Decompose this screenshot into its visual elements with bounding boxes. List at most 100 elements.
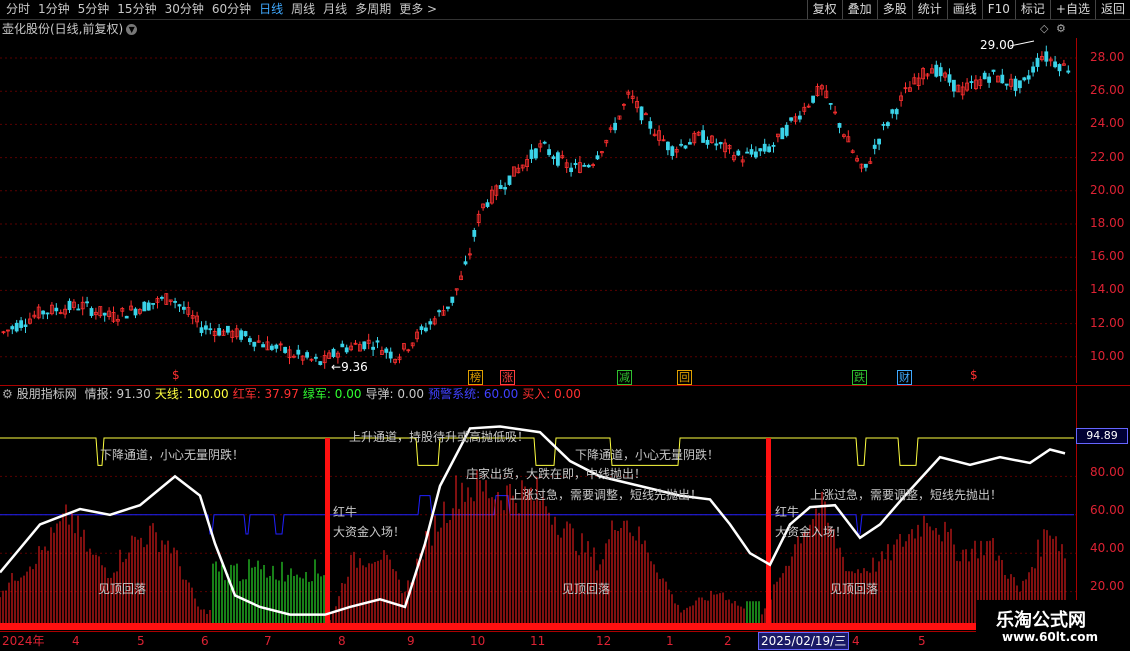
- multi-stock-button[interactable]: 多股: [876, 0, 912, 19]
- candle-body: [274, 344, 279, 349]
- watermark-title: 乐淘公式网: [996, 610, 1086, 631]
- date-label: 2: [724, 634, 732, 648]
- candle-body: [239, 330, 244, 340]
- gear-icon[interactable]: ⚙: [1056, 22, 1066, 35]
- candle-body: [789, 117, 793, 121]
- candle-body: [534, 148, 538, 159]
- candle-body: [784, 124, 789, 136]
- fuquan-button[interactable]: 复权: [806, 0, 842, 19]
- candle-body: [181, 306, 186, 310]
- annotation-text: 上升通道，持股待升或高抛低吸！: [349, 430, 530, 444]
- tab-multi-period[interactable]: 多周期: [351, 1, 395, 18]
- candle-body: [811, 95, 815, 103]
- candle-body: [463, 261, 468, 265]
- chart-canvas[interactable]: [0, 38, 1076, 630]
- candle-body: [243, 331, 248, 337]
- candle-body: [551, 156, 556, 160]
- candle-body: [529, 149, 534, 159]
- indicator-name[interactable]: 股朋指标网: [17, 387, 77, 401]
- candle-body: [305, 352, 310, 358]
- candle-body: [890, 109, 895, 114]
- tab-60min[interactable]: 60分钟: [208, 1, 255, 18]
- candle-body: [208, 328, 213, 331]
- draw-line-button[interactable]: 画线: [946, 0, 982, 19]
- date-axis: 2024年 4 5 6 7 8 9 10 11 12 1 2 2025/02/1…: [0, 631, 1130, 651]
- chart-title[interactable]: 壶化股份(日线,前复权) ▼: [2, 21, 138, 37]
- candle-body: [679, 143, 683, 146]
- tab-5min[interactable]: 5分钟: [74, 1, 114, 18]
- add-watchlist-button[interactable]: +自选: [1049, 0, 1095, 19]
- indicator-tick: 40.00: [1090, 541, 1125, 555]
- date-label: 11: [530, 634, 546, 648]
- candle-body: [419, 326, 424, 331]
- candle-body: [177, 304, 182, 307]
- candle-body: [269, 345, 274, 350]
- signal-marker[interactable]: 榜: [468, 370, 483, 385]
- back-button[interactable]: 返回: [1094, 0, 1130, 19]
- date-label: 6: [201, 634, 209, 648]
- candle-body: [582, 164, 587, 167]
- tab-15min[interactable]: 15分钟: [113, 1, 160, 18]
- candle-body: [261, 344, 266, 348]
- candle-body: [837, 123, 842, 128]
- stats-button[interactable]: 统计: [911, 0, 947, 19]
- tab-30min[interactable]: 30分钟: [161, 1, 208, 18]
- indicator-field: 天线: 100.00: [154, 387, 229, 401]
- candle-body: [142, 301, 147, 312]
- tab-monthly[interactable]: 月线: [319, 1, 351, 18]
- candle-body: [384, 348, 389, 353]
- candle-body: [688, 142, 692, 145]
- gear-icon[interactable]: ⚙: [2, 387, 13, 401]
- candle-body: [371, 346, 376, 350]
- signal-marker[interactable]: 减: [617, 370, 632, 385]
- price-tick: 24.00: [1090, 116, 1125, 131]
- signal-marker[interactable]: 财: [897, 370, 912, 385]
- price-tick: 22.00: [1090, 149, 1125, 164]
- date-label: 1: [666, 634, 674, 648]
- indicator-tick: 20.00: [1090, 579, 1125, 593]
- signal-marker[interactable]: 涨: [500, 370, 515, 385]
- tab-fenshi[interactable]: 分时: [2, 1, 34, 18]
- candle-body: [1004, 83, 1009, 86]
- candle-body: [705, 139, 710, 145]
- candle-body: [173, 301, 178, 303]
- diamond-icon[interactable]: ◇: [1040, 22, 1048, 35]
- candle-body: [894, 109, 899, 115]
- candle-body: [225, 325, 230, 333]
- candle-body: [498, 185, 503, 189]
- mark-button[interactable]: 标记: [1014, 0, 1050, 19]
- candle-body: [199, 327, 204, 333]
- candle-body: [736, 150, 741, 156]
- tab-weekly[interactable]: 周线: [287, 1, 319, 18]
- candle-body: [718, 142, 723, 145]
- candle-body: [472, 230, 477, 237]
- candle-body: [573, 163, 578, 166]
- candle-body: [76, 308, 81, 311]
- tab-more[interactable]: 更多 >: [395, 1, 441, 18]
- annotation-text: 上涨过急，需要调整，短线先抛出！: [810, 488, 1003, 502]
- date-label: 4: [852, 634, 860, 648]
- candle-body: [683, 145, 688, 149]
- selected-date[interactable]: 2025/02/19/三: [758, 632, 850, 650]
- tab-1min[interactable]: 1分钟: [34, 1, 74, 18]
- f10-button[interactable]: F10: [981, 0, 1015, 19]
- candle-body: [217, 328, 222, 336]
- candle-body: [938, 67, 943, 77]
- overlay-button[interactable]: 叠加: [841, 0, 877, 19]
- candle-body: [648, 121, 653, 129]
- tool-buttons: 复权 叠加 多股 统计 画线 F10 标记 +自选 返回: [806, 0, 1130, 19]
- signal-marker[interactable]: 回: [677, 370, 692, 385]
- candle-body: [872, 144, 877, 149]
- indicator-field: 导弹: 0.00: [365, 387, 425, 401]
- price-tick: 14.00: [1090, 282, 1125, 297]
- date-label: 5: [137, 634, 145, 648]
- date-label: 9: [407, 634, 415, 648]
- tab-daily[interactable]: 日线: [255, 1, 287, 18]
- signal-marker[interactable]: 跌: [852, 370, 867, 385]
- candle-body: [133, 308, 138, 316]
- chevron-down-icon[interactable]: ▼: [126, 24, 138, 35]
- candle-body: [1013, 78, 1018, 91]
- dollar-mark: $: [172, 368, 180, 382]
- price-tick: 10.00: [1090, 348, 1125, 363]
- candle-body: [1066, 70, 1071, 73]
